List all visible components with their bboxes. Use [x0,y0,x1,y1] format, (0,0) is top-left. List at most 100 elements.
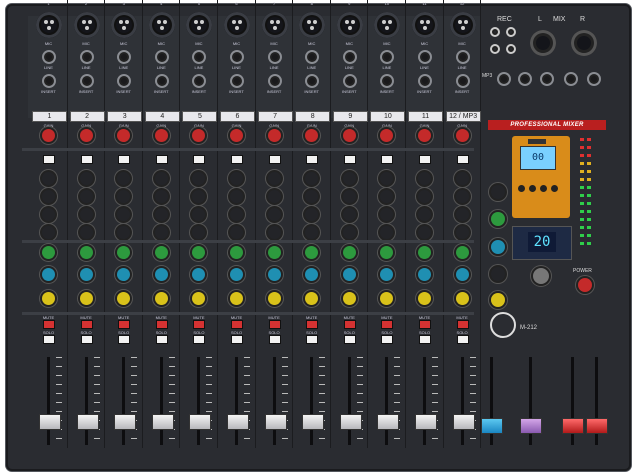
fx-send-jack[interactable] [497,72,511,86]
pan-knob[interactable] [154,292,168,305]
insert-jack[interactable] [305,74,320,88]
eq-mid-freq-knob[interactable] [79,208,93,221]
aux1-knob[interactable] [42,246,55,259]
pan-knob[interactable] [305,292,319,305]
channel-fader-knob[interactable] [339,414,362,430]
channel-fader-knob[interactable] [415,414,437,430]
aux1-knob[interactable] [230,246,243,259]
eq-mid-knob[interactable] [154,190,168,203]
aux1-knob[interactable] [154,246,168,259]
eq-mid-freq-knob[interactable] [455,208,469,221]
pad-button[interactable] [456,155,469,164]
pan-knob[interactable] [267,292,281,305]
insert-jack[interactable] [42,74,56,88]
pan-knob[interactable] [192,292,206,305]
channel-fader-knob[interactable] [377,414,400,430]
pad-button[interactable] [155,155,168,164]
insert-jack[interactable] [418,74,432,88]
aux2-knob[interactable] [267,268,281,281]
main-level-knob[interactable] [578,278,592,292]
aux1-knob[interactable] [342,246,356,259]
eq-mid-knob[interactable] [455,190,469,203]
eq-mid-knob[interactable] [117,190,131,203]
gain-knob[interactable] [380,129,394,142]
pan-knob[interactable] [79,292,93,305]
pad-button[interactable] [231,155,243,164]
solo-button[interactable] [118,335,131,344]
pan-knob[interactable] [380,292,394,305]
channel-fader-knob[interactable] [189,414,212,430]
eq-low-knob[interactable] [418,226,431,239]
mute-button[interactable] [381,320,394,329]
aux2-knob[interactable] [42,268,55,281]
eq-low-knob[interactable] [79,226,93,239]
solo-button[interactable] [231,335,243,344]
insert-jack[interactable] [267,74,282,88]
mute-button[interactable] [155,320,168,329]
eq-high-knob[interactable] [154,172,168,185]
aux2-knob[interactable] [455,268,469,281]
xlr-input-icon[interactable] [148,12,175,38]
solo-button[interactable] [343,335,356,344]
eq-mid-freq-knob[interactable] [117,208,131,221]
eq-mid-freq-knob[interactable] [42,208,55,221]
pad-button[interactable] [43,155,55,164]
channel-fader-knob[interactable] [76,414,99,430]
line-input-jack[interactable] [117,50,132,64]
xlr-input-icon[interactable] [299,12,326,38]
rec-out-left-rca[interactable] [490,27,500,37]
line-input-jack[interactable] [79,50,94,64]
mix-out-left-xlr[interactable] [530,30,556,56]
pan-knob[interactable] [117,292,131,305]
eq-mid-freq-knob[interactable] [267,208,281,221]
aux-send-jack[interactable] [518,72,532,86]
aux2-knob[interactable] [79,268,93,281]
tape-in-right-rca[interactable] [506,44,516,54]
solo-button[interactable] [381,335,394,344]
eq-low-knob[interactable] [380,226,394,239]
eq-mid-knob[interactable] [418,190,431,203]
fx-program-knob[interactable] [533,268,549,284]
tape-in-left-rca[interactable] [490,44,500,54]
pan-knob[interactable] [342,292,356,305]
gain-knob[interactable] [418,129,431,142]
xlr-input-icon[interactable] [374,12,401,38]
eq-mid-knob[interactable] [79,190,93,203]
eq-mid-freq-knob[interactable] [342,208,356,221]
xlr-input-icon[interactable] [73,12,100,38]
pad-button[interactable] [419,155,431,164]
mute-button[interactable] [193,320,206,329]
insert-jack[interactable] [79,74,94,88]
rec-out-right-rca[interactable] [506,27,516,37]
pad-button[interactable] [381,155,394,164]
channel-fader-knob[interactable] [151,414,174,430]
channel-fader-knob[interactable] [227,414,249,430]
channel-fader-knob[interactable] [302,414,325,430]
pad-button[interactable] [80,155,93,164]
mute-button[interactable] [118,320,131,329]
aux1-knob[interactable] [455,246,469,259]
main-right-fader-knob[interactable] [586,418,608,434]
fx-return-knob[interactable] [491,185,505,199]
aux2-knob[interactable] [342,268,356,281]
insert-jack[interactable] [230,74,244,88]
mp3-mode-button[interactable] [551,185,558,192]
solo-button[interactable] [456,335,469,344]
phones-jack[interactable] [540,72,554,86]
aux2-knob[interactable] [380,268,394,281]
eq-high-knob[interactable] [342,172,356,185]
eq-mid-knob[interactable] [342,190,356,203]
eq-high-knob[interactable] [380,172,394,185]
eq-mid-knob[interactable] [380,190,394,203]
eq-low-knob[interactable] [154,226,168,239]
xlr-input-icon[interactable] [36,12,62,38]
pad-button[interactable] [193,155,206,164]
solo-button[interactable] [268,335,281,344]
eq-mid-knob[interactable] [267,190,281,203]
aux2-knob[interactable] [117,268,131,281]
gain-knob[interactable] [42,129,55,142]
line-input-jack[interactable] [418,50,432,64]
eq-mid-knob[interactable] [305,190,319,203]
solo-button[interactable] [43,335,55,344]
xlr-input-icon[interactable] [111,12,138,38]
